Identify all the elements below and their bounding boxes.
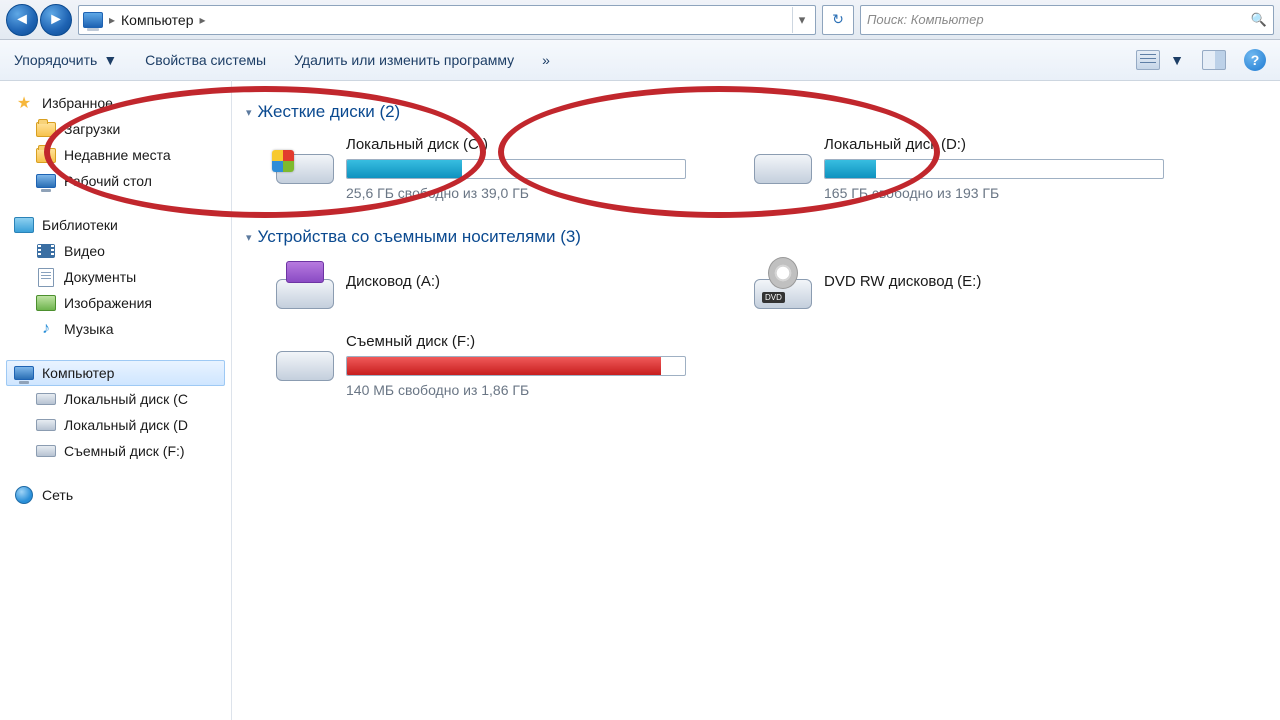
drive-c[interactable]: Локальный диск (С:) 25,6 ГБ свободно из … xyxy=(276,136,686,201)
windows-badge-icon xyxy=(272,150,294,172)
drive-d-fill xyxy=(825,160,876,178)
section-hard-drives[interactable]: ▾ Жесткие диски (2) xyxy=(246,102,1266,122)
sidebar-item-drive-f[interactable]: Съемный диск (F:) xyxy=(6,438,225,464)
computer-icon xyxy=(14,366,34,380)
drive-a[interactable]: Дисковод (A:) xyxy=(276,261,686,309)
dropdown-icon: ▼ xyxy=(103,52,117,68)
drive-d[interactable]: Локальный диск (D:) 165 ГБ свободно из 1… xyxy=(754,136,1164,201)
drive-c-subtext: 25,6 ГБ свободно из 39,0 ГБ xyxy=(346,185,686,201)
sidebar-item-recent[interactable]: Недавние места xyxy=(6,142,225,168)
sidebar-item-videos[interactable]: Видео xyxy=(6,238,225,264)
document-icon xyxy=(38,268,54,287)
sidebar-item-desktop[interactable]: Рабочий стол xyxy=(6,168,225,194)
sidebar-item-downloads[interactable]: Загрузки xyxy=(6,116,225,142)
sidebar-libraries-header[interactable]: Библиотеки xyxy=(6,212,225,238)
drive-a-title: Дисковод (A:) xyxy=(346,273,686,290)
drive-f[interactable]: Съемный диск (F:) 140 МБ свободно из 1,8… xyxy=(276,333,686,398)
drive-f-subtext: 140 МБ свободно из 1,86 ГБ xyxy=(346,382,686,398)
sidebar-item-music[interactable]: ♪Музыка xyxy=(6,316,225,342)
sidebar-network-header[interactable]: Сеть xyxy=(6,482,225,508)
music-icon: ♪ xyxy=(42,320,50,338)
address-bar-row: ◄ ► ▸ Компьютер ▸ ▾ ↻ Поиск: Компьютер 🔍 xyxy=(0,0,1280,40)
search-placeholder: Поиск: Компьютер xyxy=(867,12,984,27)
sidebar-item-pictures[interactable]: Изображения xyxy=(6,290,225,316)
star-icon: ★ xyxy=(17,93,31,113)
collapse-icon: ▾ xyxy=(246,106,252,119)
preview-pane-button[interactable] xyxy=(1202,50,1226,70)
hard-drive-icon xyxy=(276,136,334,184)
address-bar[interactable]: ▸ Компьютер ▸ ▾ xyxy=(78,5,816,35)
back-button[interactable]: ◄ xyxy=(6,4,38,36)
system-properties-button[interactable]: Свойства системы xyxy=(145,52,266,68)
video-icon xyxy=(37,244,55,258)
drive-d-usage-bar xyxy=(824,159,1164,179)
removable-drive-icon xyxy=(276,333,334,381)
drive-icon xyxy=(36,445,56,457)
drive-c-title: Локальный диск (С:) xyxy=(346,136,686,153)
desktop-icon xyxy=(36,174,56,188)
drive-icon xyxy=(36,393,56,405)
toolbar-overflow[interactable]: » xyxy=(542,52,550,68)
libraries-icon xyxy=(14,217,34,233)
collapse-icon: ▾ xyxy=(246,231,252,244)
picture-icon xyxy=(36,295,56,311)
network-icon xyxy=(15,486,33,504)
dvd-drive-icon: DVD xyxy=(754,261,812,309)
forward-button[interactable]: ► xyxy=(40,4,72,36)
search-input[interactable]: Поиск: Компьютер 🔍 xyxy=(860,5,1274,35)
drive-c-usage-bar xyxy=(346,159,686,179)
breadcrumb-computer[interactable]: Компьютер xyxy=(121,12,193,28)
command-toolbar: Упорядочить ▼ Свойства системы Удалить и… xyxy=(0,40,1280,81)
refresh-button[interactable]: ↻ xyxy=(822,5,854,35)
folder-icon xyxy=(36,122,56,137)
address-dropdown[interactable]: ▾ xyxy=(792,7,811,33)
organize-label: Упорядочить xyxy=(14,52,97,68)
sidebar-favorites-header[interactable]: ★Избранное xyxy=(6,90,225,116)
explorer-window: ◄ ► ▸ Компьютер ▸ ▾ ↻ Поиск: Компьютер 🔍… xyxy=(0,0,1280,720)
organize-menu[interactable]: Упорядочить ▼ xyxy=(14,52,117,68)
folder-icon xyxy=(36,148,56,163)
sidebar-item-documents[interactable]: Документы xyxy=(6,264,225,290)
uninstall-program-button[interactable]: Удалить или изменить программу xyxy=(294,52,514,68)
section-removable[interactable]: ▾ Устройства со съемными носителями (3) xyxy=(246,227,1266,247)
computer-icon xyxy=(83,12,103,28)
floppy-drive-icon xyxy=(276,261,334,309)
chevron-right-icon: ▸ xyxy=(200,13,206,27)
search-icon: 🔍 xyxy=(1251,12,1267,28)
drive-e-title: DVD RW дисковод (E:) xyxy=(824,273,1164,290)
view-options-button[interactable]: ▼ xyxy=(1136,50,1184,70)
drive-d-subtext: 165 ГБ свободно из 193 ГБ xyxy=(824,185,1164,201)
drive-view: ▾ Жесткие диски (2) Локальный диск (С:) … xyxy=(232,80,1280,720)
drive-icon xyxy=(36,419,56,431)
help-button[interactable]: ? xyxy=(1244,49,1266,71)
hard-drive-icon xyxy=(754,136,812,184)
sidebar-item-drive-d[interactable]: Локальный диск (D xyxy=(6,412,225,438)
sidebar-computer-header[interactable]: Компьютер xyxy=(6,360,225,386)
nav-buttons: ◄ ► xyxy=(6,4,72,36)
chevron-right-icon: ▸ xyxy=(109,13,115,27)
navigation-pane: ★Избранное Загрузки Недавние места Рабоч… xyxy=(0,80,232,720)
sidebar-item-drive-c[interactable]: Локальный диск (С xyxy=(6,386,225,412)
drive-f-usage-bar xyxy=(346,356,686,376)
drive-c-fill xyxy=(347,160,462,178)
drive-f-fill xyxy=(347,357,661,375)
dvd-label: DVD xyxy=(762,292,785,303)
drive-f-title: Съемный диск (F:) xyxy=(346,333,686,350)
drive-e[interactable]: DVD DVD RW дисковод (E:) xyxy=(754,261,1164,309)
view-icon xyxy=(1136,50,1160,70)
drive-d-title: Локальный диск (D:) xyxy=(824,136,1164,153)
